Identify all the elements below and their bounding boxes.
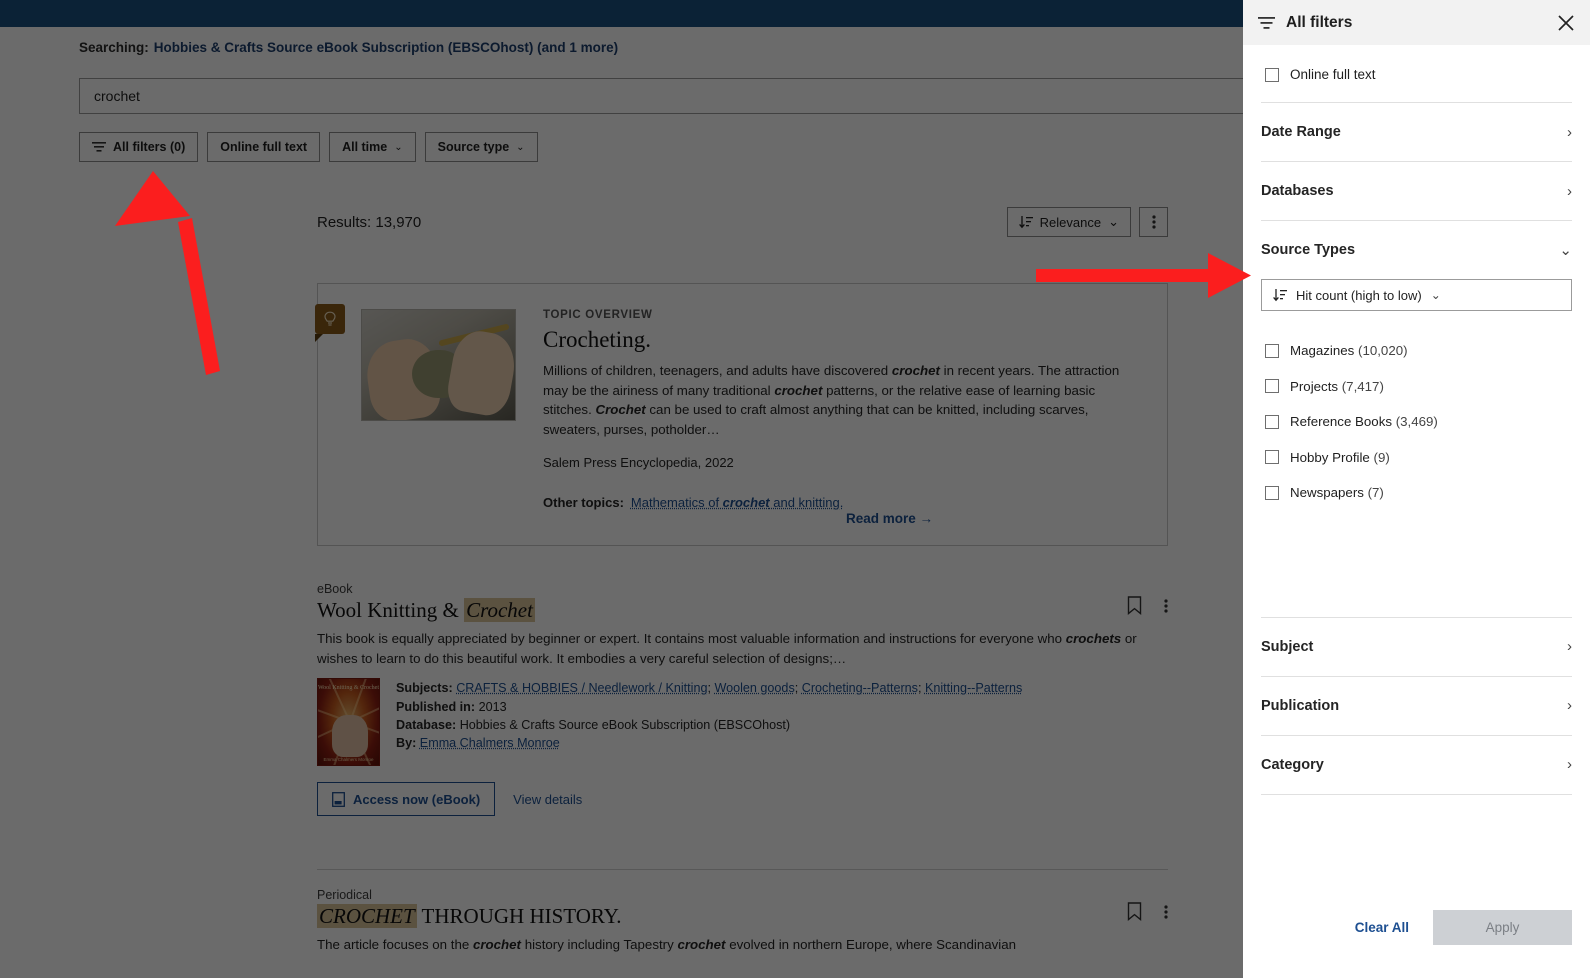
source-type-magazines[interactable]: Magazines (10,020)	[1265, 333, 1572, 369]
clear-all-button[interactable]: Clear All	[1355, 920, 1409, 935]
source-type-name: Magazines	[1290, 343, 1355, 359]
panel-header: All filters	[1243, 0, 1590, 45]
panel-body: Online full text Date Range › Databases …	[1243, 45, 1590, 890]
source-type-count: (9)	[1373, 449, 1390, 465]
source-type-label: Magazines (10,020)	[1290, 343, 1408, 358]
apply-button[interactable]: Apply	[1433, 909, 1572, 945]
chevron-down-icon: ⌄	[1430, 288, 1441, 302]
divider	[1261, 793, 1572, 795]
modal-overlay[interactable]	[0, 27, 1243, 978]
facet-label: Publication	[1261, 697, 1340, 714]
facet-label: Source Types	[1261, 242, 1356, 258]
source-type-label: Newspapers (7)	[1290, 485, 1384, 500]
source-types-sort-label: Hit count (high to low)	[1296, 287, 1422, 303]
facet-databases[interactable]: Databases ›	[1261, 162, 1572, 220]
source-type-hobby-profile[interactable]: Hobby Profile (9)	[1265, 440, 1572, 476]
facet-category[interactable]: Category ›	[1261, 736, 1572, 794]
source-type-checkbox[interactable]	[1265, 485, 1279, 500]
chevron-down-icon: ⌄	[1559, 242, 1572, 259]
source-type-checkbox[interactable]	[1265, 450, 1279, 465]
panel-footer: Clear All Apply	[1243, 890, 1590, 978]
filter-icon	[1258, 16, 1275, 29]
source-type-count: (10,020)	[1358, 343, 1408, 359]
source-type-name: Projects	[1290, 378, 1339, 394]
source-type-label: Projects (7,417)	[1290, 379, 1384, 394]
chevron-right-icon: ›	[1567, 697, 1572, 714]
source-type-reference-books[interactable]: Reference Books (3,469)	[1265, 404, 1572, 440]
source-type-name: Reference Books	[1290, 414, 1392, 430]
panel-title: All filters	[1286, 13, 1353, 31]
chevron-right-icon: ›	[1567, 123, 1572, 141]
source-type-projects[interactable]: Projects (7,417)	[1265, 369, 1572, 405]
source-type-count: (7)	[1367, 485, 1384, 501]
close-icon[interactable]	[1557, 14, 1575, 32]
facet-subject[interactable]: Subject ›	[1261, 618, 1572, 676]
source-type-checkbox[interactable]	[1265, 414, 1279, 429]
online-full-text-filter[interactable]: Online full text	[1261, 45, 1572, 102]
source-type-label: Hobby Profile (9)	[1290, 450, 1390, 465]
facet-label: Subject	[1261, 638, 1314, 655]
all-filters-panel: All filters Online full text Date Range …	[1243, 0, 1590, 978]
online-full-text-label: Online full text	[1290, 67, 1376, 82]
facet-date-range[interactable]: Date Range ›	[1261, 103, 1572, 161]
source-type-newspapers[interactable]: Newspapers (7)	[1265, 475, 1572, 511]
source-type-count: (7,417)	[1341, 378, 1384, 394]
facet-label: Date Range	[1261, 124, 1341, 140]
facet-source-types[interactable]: Source Types ⌄	[1261, 221, 1572, 279]
source-type-checkbox[interactable]	[1265, 343, 1279, 358]
source-types-list: Magazines (10,020) Projects (7,417) Refe…	[1261, 321, 1572, 517]
source-type-checkbox[interactable]	[1265, 379, 1279, 394]
facet-label: Category	[1261, 756, 1324, 773]
chevron-right-icon: ›	[1567, 638, 1572, 655]
facet-publication[interactable]: Publication ›	[1261, 677, 1572, 735]
sort-descending-icon	[1273, 288, 1287, 301]
chevron-right-icon: ›	[1567, 182, 1572, 200]
chevron-right-icon: ›	[1567, 756, 1572, 773]
online-full-text-checkbox[interactable]	[1265, 67, 1279, 82]
source-type-label: Reference Books (3,469)	[1290, 414, 1438, 429]
source-type-name: Hobby Profile	[1290, 449, 1370, 465]
facet-label: Databases	[1261, 183, 1334, 199]
source-type-count: (3,469)	[1395, 414, 1438, 430]
source-types-sort-select[interactable]: Hit count (high to low) ⌄	[1261, 279, 1572, 311]
source-type-name: Newspapers	[1290, 485, 1364, 501]
